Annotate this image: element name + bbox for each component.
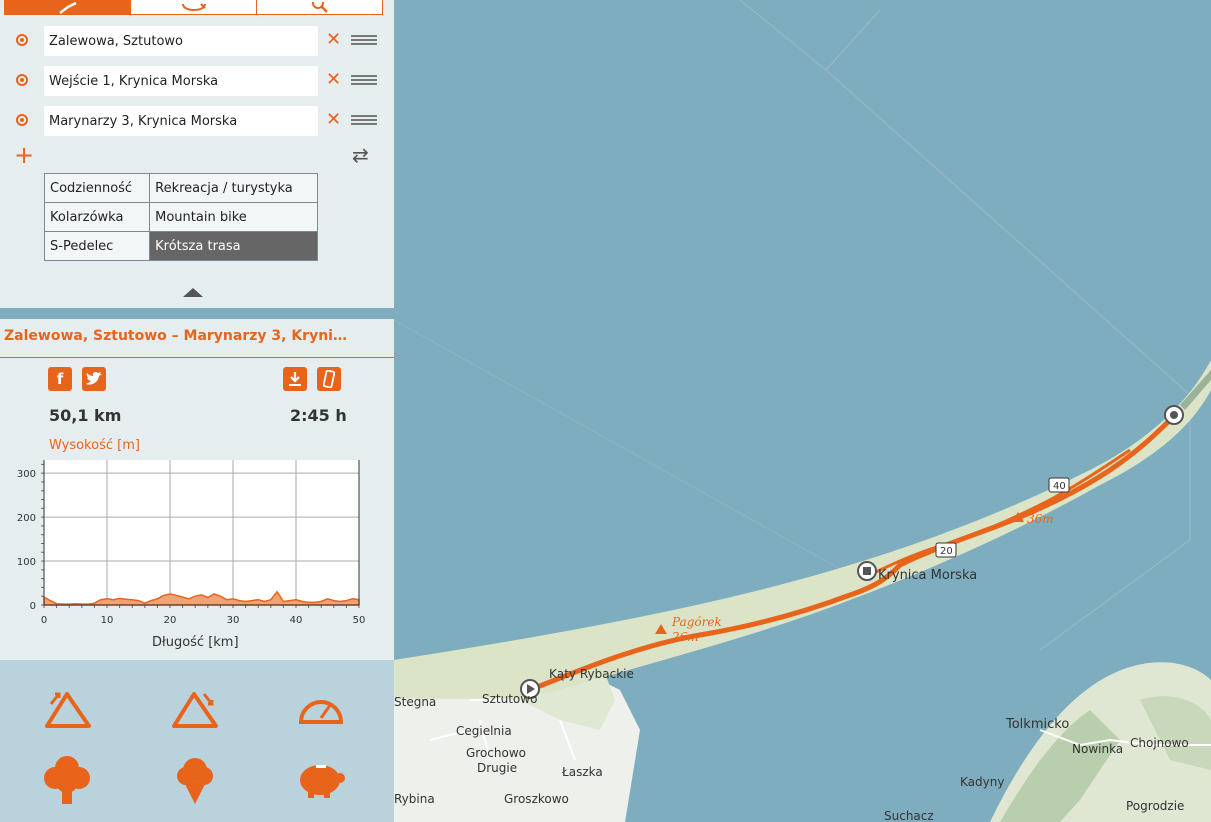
profile-option[interactable]: S-Pedelec	[43, 231, 151, 261]
drag-handle-icon[interactable]	[351, 75, 377, 87]
y-tick-label: 200	[17, 513, 36, 524]
waypoint-row: ✕	[0, 66, 394, 96]
descent-icon	[172, 692, 218, 728]
tab-search[interactable]	[257, 0, 382, 14]
x-tick-label: 30	[227, 615, 240, 626]
profile-option[interactable]: Kolarzówka	[43, 202, 151, 232]
mode-tabs	[4, 0, 383, 15]
road-shield: 40	[1048, 477, 1070, 493]
peak-elevation: 26m	[671, 630, 699, 644]
piggy-bank-icon	[300, 765, 345, 798]
map-label: Nowinka	[1072, 742, 1123, 756]
route-icon	[58, 2, 77, 14]
twitter-icon[interactable]	[82, 367, 106, 391]
clear-icon[interactable]: ✕	[326, 110, 341, 130]
y-tick-label: 100	[17, 557, 36, 568]
clear-icon[interactable]: ✕	[326, 70, 341, 90]
route-distance: 50,1 km	[49, 406, 122, 425]
roundtrip-icon	[181, 3, 206, 11]
drag-handle-icon[interactable]	[351, 35, 377, 47]
map-label: Chojnowo	[1130, 736, 1189, 750]
svg-text:20: 20	[940, 546, 953, 557]
peak-elevation: 36m	[1027, 512, 1054, 526]
chart-x-axis-label: Długość [km]	[152, 635, 239, 650]
tab-roundtrip[interactable]	[131, 0, 257, 14]
route-title: Zalewowa, Sztutowo – Marynarzy 3, Krynic…	[4, 328, 354, 344]
x-tick-label: 0	[41, 615, 47, 626]
divider	[0, 357, 394, 358]
plot-area	[44, 460, 359, 605]
waypoint-marker-icon	[16, 74, 28, 86]
y-tick-label: 0	[30, 601, 36, 612]
collapse-arrow-icon[interactable]	[183, 288, 203, 297]
download-icon[interactable]	[283, 367, 307, 391]
tree-icon	[44, 756, 90, 804]
x-tick-label: 50	[353, 615, 366, 626]
map-label: Krynica Morska	[878, 568, 977, 583]
reverse-route-icon[interactable]: ⇄	[352, 144, 369, 166]
x-tick-label: 20	[164, 615, 177, 626]
x-tick-label: 10	[101, 615, 114, 626]
map-label: Pogrodzie	[1126, 799, 1184, 813]
search-icon	[311, 2, 328, 13]
tab-route[interactable]	[5, 0, 131, 14]
route-stats-icons	[0, 660, 394, 822]
facebook-icon[interactable]: f	[48, 367, 72, 391]
x-tick-label: 40	[290, 615, 303, 626]
elevation-chart[interactable]: 0 10 20 30 40 50 0 100 200 300	[0, 454, 394, 634]
ice-cream-icon	[177, 758, 213, 804]
map-label: Rybina	[394, 792, 435, 806]
map-label: Cegielnia	[456, 724, 512, 738]
waypoint-marker-icon	[16, 114, 28, 126]
waypoint-row: ✕	[0, 26, 394, 56]
map-label: Kadyny	[960, 775, 1004, 789]
map-label: Łaszka	[561, 765, 603, 779]
map-label: Grochowo	[466, 746, 526, 760]
map-label: Kąty Rybackie	[549, 667, 634, 681]
waypoint-row: ✕	[0, 106, 394, 136]
add-waypoint-icon[interactable]: +	[14, 143, 34, 167]
map-label: Suchacz	[884, 809, 934, 822]
routing-profiles: Codzienność Rekreacja / turystyka Kolarz…	[43, 173, 318, 261]
profile-option[interactable]: Rekreacja / turystyka	[149, 173, 318, 203]
profile-option[interactable]: Codzienność	[43, 173, 151, 203]
waypoint-input-end[interactable]	[44, 106, 318, 136]
clear-icon[interactable]: ✕	[326, 30, 341, 50]
via-marker[interactable]	[857, 561, 877, 581]
ascent-icon	[45, 692, 91, 728]
profile-option-selected[interactable]: Krótsza trasa	[149, 231, 318, 261]
phone-icon[interactable]	[317, 367, 341, 391]
route-duration: 2:45 h	[290, 406, 347, 425]
map-label: Groszkowo	[504, 792, 569, 806]
chart-title: Wysokość [m]	[49, 438, 140, 453]
peak-name: Pagórek	[671, 615, 722, 629]
waypoint-input-via[interactable]	[44, 66, 318, 96]
route-planner-panel: ✕ ✕ ✕ + ⇄ Codzienność Rekreacja / turyst…	[0, 0, 394, 308]
speedometer-icon	[298, 700, 344, 724]
road-shield: 20	[935, 542, 957, 558]
map-label: Sztutowo	[482, 692, 537, 706]
map-label: Drugie	[477, 761, 517, 775]
profile-option[interactable]: Mountain bike	[149, 202, 318, 232]
end-marker[interactable]	[1164, 405, 1184, 425]
waypoint-input-start[interactable]	[44, 26, 318, 56]
map-label: Stegna	[394, 695, 436, 709]
waypoint-marker-icon	[16, 34, 28, 46]
svg-text:40: 40	[1053, 481, 1066, 492]
y-tick-label: 300	[17, 469, 36, 480]
drag-handle-icon[interactable]	[351, 115, 377, 127]
route-info-panel: Zalewowa, Sztutowo – Marynarzy 3, Krynic…	[0, 319, 394, 660]
map-label: Tolkmicko	[1005, 717, 1069, 732]
